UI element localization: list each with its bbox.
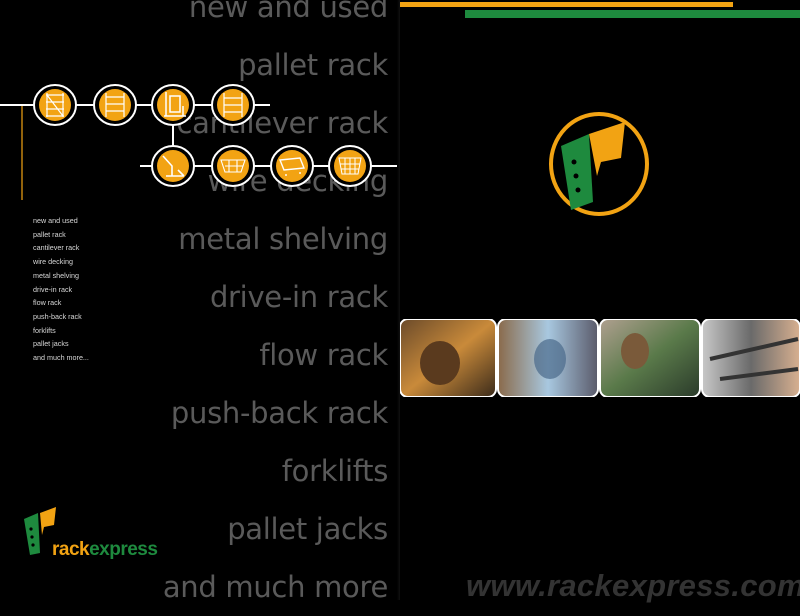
product-item-small: forklifts xyxy=(33,325,56,335)
website-url: www.rackexpress.com xyxy=(466,568,800,603)
product-item-small: pallet jacks xyxy=(33,339,69,349)
product-item: forklifts xyxy=(281,454,389,488)
icon-strip xyxy=(0,0,400,200)
right-panel: www.rackexpress.com xyxy=(400,0,800,603)
wire-basket-icon xyxy=(328,145,372,187)
product-item: drive-in rack xyxy=(209,280,388,314)
rack-emblem-icon xyxy=(549,112,649,216)
product-item-small: cantilever rack xyxy=(33,243,80,253)
photo-strip xyxy=(400,319,800,397)
product-item-small: metal shelving xyxy=(33,270,79,280)
brand-name-part2: express xyxy=(89,539,158,560)
product-item-small: push-back rack xyxy=(33,311,82,321)
brand-name: rackexpress xyxy=(52,539,158,561)
product-item: pallet jacks xyxy=(227,512,388,546)
product-item-small: pallet rack xyxy=(33,229,66,239)
product-item: flow rack xyxy=(259,338,388,372)
product-item: metal shelving xyxy=(178,222,388,256)
shelving-icon xyxy=(93,84,137,126)
product-item-small: drive-in rack xyxy=(33,284,73,294)
cantilever-icon xyxy=(211,84,255,126)
photo-warehouse-worker xyxy=(599,319,701,397)
product-item: and much more xyxy=(162,570,388,604)
cart-icon xyxy=(270,145,314,187)
wire-decking-icon xyxy=(211,145,255,187)
accent-bars xyxy=(400,2,800,18)
product-item-small: wire decking xyxy=(33,257,73,267)
product-item-small: new and used xyxy=(33,216,78,225)
product-item-small: flow rack xyxy=(33,298,62,308)
forklift-icon xyxy=(151,84,195,126)
brand-name-part1: rack xyxy=(52,539,90,560)
product-item-small: and much more... xyxy=(33,353,89,363)
product-list-small: new and used pallet rack cantilever rack… xyxy=(33,214,89,365)
rackexpress-logo: rackexpress xyxy=(22,505,182,560)
left-panel: new and used pallet rack cantilever rack… xyxy=(0,0,400,604)
pallet-rack-icon xyxy=(33,84,77,126)
product-item: push-back rack xyxy=(170,396,388,430)
pallet-jack-icon xyxy=(151,145,195,187)
